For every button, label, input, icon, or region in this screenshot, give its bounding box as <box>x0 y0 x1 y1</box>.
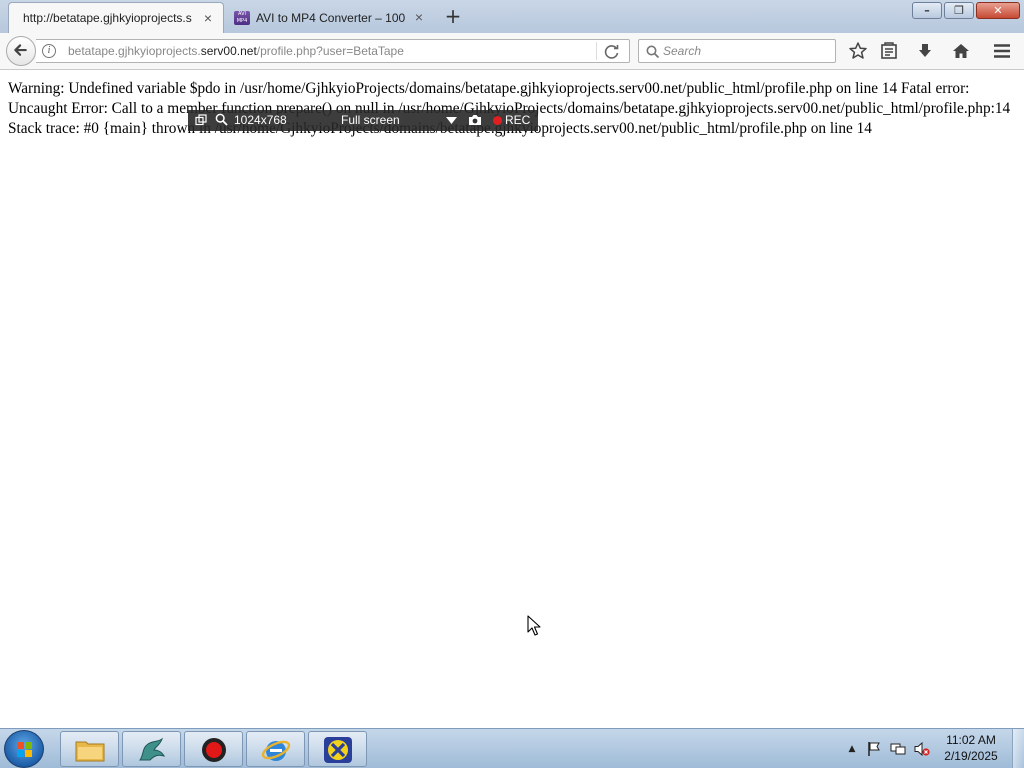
record-button[interactable]: REC <box>505 113 530 127</box>
maximize-button[interactable]: ❐ <box>944 2 974 19</box>
tab-label: AVI to MP4 Converter – 100 <box>256 10 406 25</box>
recorder-mode[interactable]: Full screen <box>341 113 400 127</box>
maximize-icon: ❐ <box>954 4 964 17</box>
network-icon[interactable] <box>890 741 906 757</box>
taskbar-record-app[interactable] <box>184 731 243 767</box>
bookmark-star-icon[interactable] <box>848 41 868 61</box>
internet-explorer-icon <box>261 740 291 761</box>
windows-logo-icon <box>17 742 33 758</box>
record-dot-icon <box>493 116 502 125</box>
tab-label: http://betatape.gjhkyioprojects.s <box>23 11 192 25</box>
search-box[interactable]: Search <box>638 39 836 63</box>
tab-avi-converter[interactable]: AVI MP4 AVI to MP4 Converter – 100 × <box>226 2 434 33</box>
volume-muted-icon[interactable] <box>914 741 930 757</box>
reload-icon[interactable] <box>604 44 620 60</box>
address-bar[interactable]: i betatape.gjhkyioprojects.serv00.net/pr… <box>36 39 630 63</box>
show-desktop-button[interactable] <box>1012 729 1024 768</box>
chevron-down-icon[interactable] <box>446 117 457 124</box>
menu-icon[interactable] <box>992 41 1012 61</box>
back-arrow-icon <box>14 44 27 56</box>
start-button[interactable] <box>4 730 44 768</box>
address-prefix: betatape.gjhkyioprojects. <box>68 44 201 58</box>
site-info-icon[interactable]: i <box>42 44 56 58</box>
tab-close-icon[interactable]: × <box>412 10 426 24</box>
back-button[interactable] <box>6 36 36 66</box>
x-app-icon <box>324 737 352 763</box>
taskbar: ▲ 11:02 AM 2/19/2025 <box>0 728 1024 768</box>
address-text[interactable]: betatape.gjhkyioprojects.serv00.net/prof… <box>68 44 404 58</box>
taskbar-internet-explorer[interactable] <box>246 731 305 767</box>
taskbar-x-app[interactable] <box>308 731 367 767</box>
address-host: serv00.net <box>200 44 257 58</box>
action-center-flag-icon[interactable] <box>866 741 882 757</box>
recorder-toolbar: 1024x768 Full screen REC <box>188 110 538 131</box>
dragon-icon <box>139 737 165 761</box>
new-tab-button[interactable]: + <box>442 6 464 28</box>
camera-icon[interactable] <box>468 114 482 126</box>
download-icon[interactable] <box>915 41 935 61</box>
minimize-icon: – <box>924 4 930 17</box>
minimize-button[interactable]: – <box>912 2 942 19</box>
window-controls: – ❐ ✕ <box>910 2 1020 19</box>
reading-list-icon[interactable] <box>879 41 899 61</box>
search-icon <box>646 45 660 59</box>
search-placeholder: Search <box>663 44 702 58</box>
recorder-resolution[interactable]: 1024x768 <box>234 113 287 127</box>
clock-date: 2/19/2025 <box>944 749 998 763</box>
zoom-icon[interactable] <box>215 113 228 126</box>
home-icon[interactable] <box>951 41 971 61</box>
mouse-cursor-icon <box>527 615 541 636</box>
address-divider <box>596 42 597 60</box>
taskbar-file-explorer[interactable] <box>60 731 119 767</box>
show-hidden-icons-icon[interactable]: ▲ <box>844 741 860 757</box>
navigation-bar: i betatape.gjhkyioprojects.serv00.net/pr… <box>0 33 1024 70</box>
window-select-icon[interactable] <box>195 114 207 126</box>
address-path: /profile.php?user=BetaTape <box>256 44 404 58</box>
clock-time: 11:02 AM <box>946 733 996 747</box>
system-tray: ▲ 11:02 AM 2/19/2025 <box>842 729 1012 768</box>
taskbar-dragon-app[interactable] <box>122 731 181 767</box>
tab-strip: http://betatape.gjhkyioprojects.s × AVI … <box>0 0 1024 33</box>
close-icon: ✕ <box>993 4 1003 17</box>
folder-icon <box>75 741 105 762</box>
record-icon <box>202 738 226 762</box>
system-clock[interactable]: 11:02 AM 2/19/2025 <box>936 732 1006 764</box>
tab-active[interactable]: http://betatape.gjhkyioprojects.s × <box>8 2 224 33</box>
tab-close-icon[interactable]: × <box>201 11 215 25</box>
avi-favicon-icon: AVI MP4 <box>234 10 250 25</box>
close-window-button[interactable]: ✕ <box>976 2 1020 19</box>
